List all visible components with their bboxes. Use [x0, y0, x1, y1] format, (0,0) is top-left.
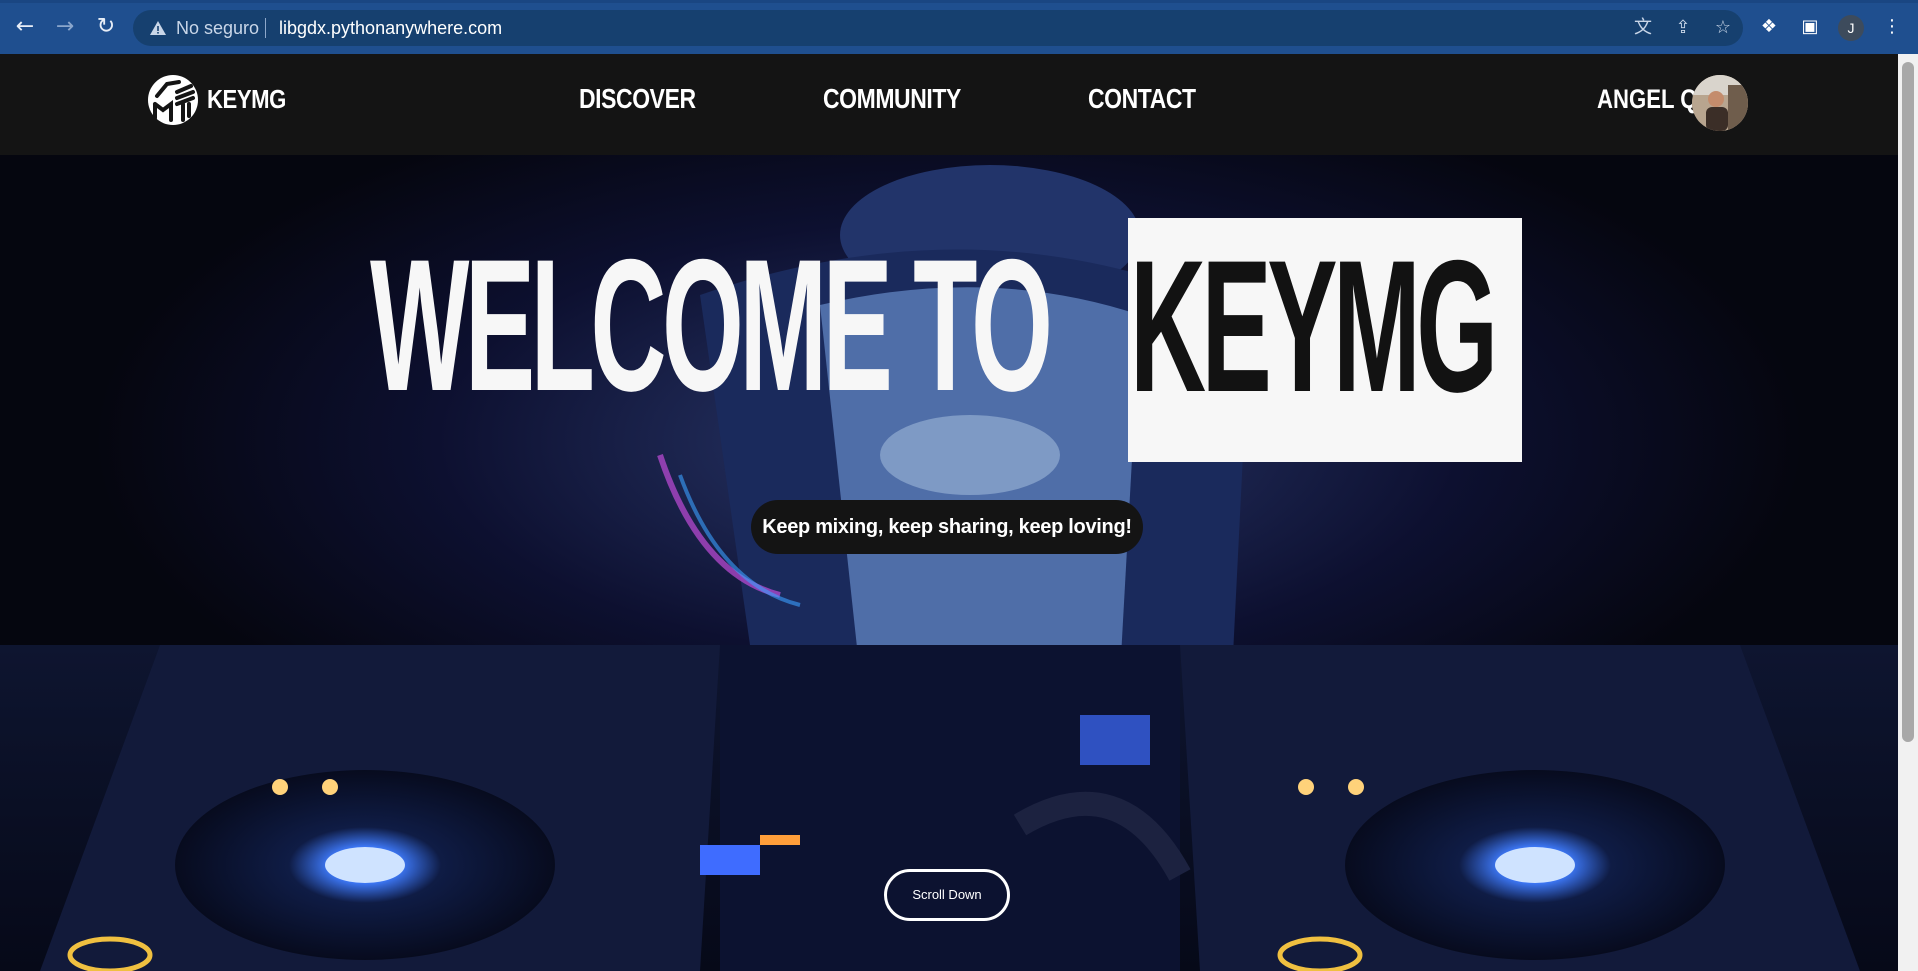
- hero-section: WELCOME TO KEYMG Keep mixing, keep shari…: [0, 155, 1898, 971]
- profile-avatar[interactable]: J: [1838, 15, 1864, 41]
- reload-icon[interactable]: ↻: [91, 12, 121, 42]
- share-icon[interactable]: ⇪: [1671, 16, 1695, 40]
- translate-icon[interactable]: 文: [1631, 16, 1655, 40]
- back-icon[interactable]: ←: [10, 12, 40, 42]
- star-icon[interactable]: ☆: [1711, 16, 1735, 40]
- browser-toolbar: ← → ↻ No seguro libgdx.pythonanywhere.co…: [0, 0, 1918, 54]
- scroll-down-button[interactable]: Scroll Down: [884, 869, 1010, 921]
- address-bar[interactable]: No seguro libgdx.pythonanywhere.com 文 ⇪ …: [133, 10, 1743, 46]
- nav-discover[interactable]: DISCOVER: [579, 83, 696, 115]
- url-text[interactable]: libgdx.pythonanywhere.com: [279, 18, 502, 39]
- warning-icon[interactable]: [148, 18, 168, 38]
- logo-text[interactable]: KEYMG: [207, 84, 286, 115]
- nav-community[interactable]: COMMUNITY: [823, 83, 961, 115]
- user-name[interactable]: ANGEL Q.: [1597, 84, 1704, 115]
- hero-title-highlight: KEYMG: [1128, 218, 1522, 462]
- page-scrollbar[interactable]: [1898, 54, 1918, 971]
- side-panel-icon[interactable]: ▣: [1796, 13, 1824, 41]
- security-status[interactable]: No seguro: [176, 18, 259, 39]
- tab-strip: [0, 0, 1918, 3]
- keymg-logo-icon[interactable]: [147, 74, 199, 126]
- forward-icon[interactable]: →: [50, 12, 80, 42]
- nav-contact[interactable]: CONTACT: [1088, 83, 1196, 115]
- menu-icon[interactable]: ⋮: [1878, 13, 1906, 41]
- hero-tagline: Keep mixing, keep sharing, keep loving!: [751, 500, 1143, 554]
- hero-title-welcome: WELCOME TO: [370, 220, 1053, 430]
- omnibox-divider: [265, 18, 266, 38]
- scrollbar-thumb[interactable]: [1902, 62, 1914, 742]
- user-avatar[interactable]: [1692, 75, 1748, 131]
- page-viewport: KEYMG DISCOVER COMMUNITY CONTACT ANGEL Q…: [0, 54, 1898, 971]
- site-header: KEYMG DISCOVER COMMUNITY CONTACT ANGEL Q…: [0, 54, 1898, 155]
- hero-title-keymg: KEYMG: [1130, 221, 1498, 431]
- avatar-photo: [1692, 75, 1748, 131]
- extensions-icon[interactable]: ❖: [1755, 13, 1783, 41]
